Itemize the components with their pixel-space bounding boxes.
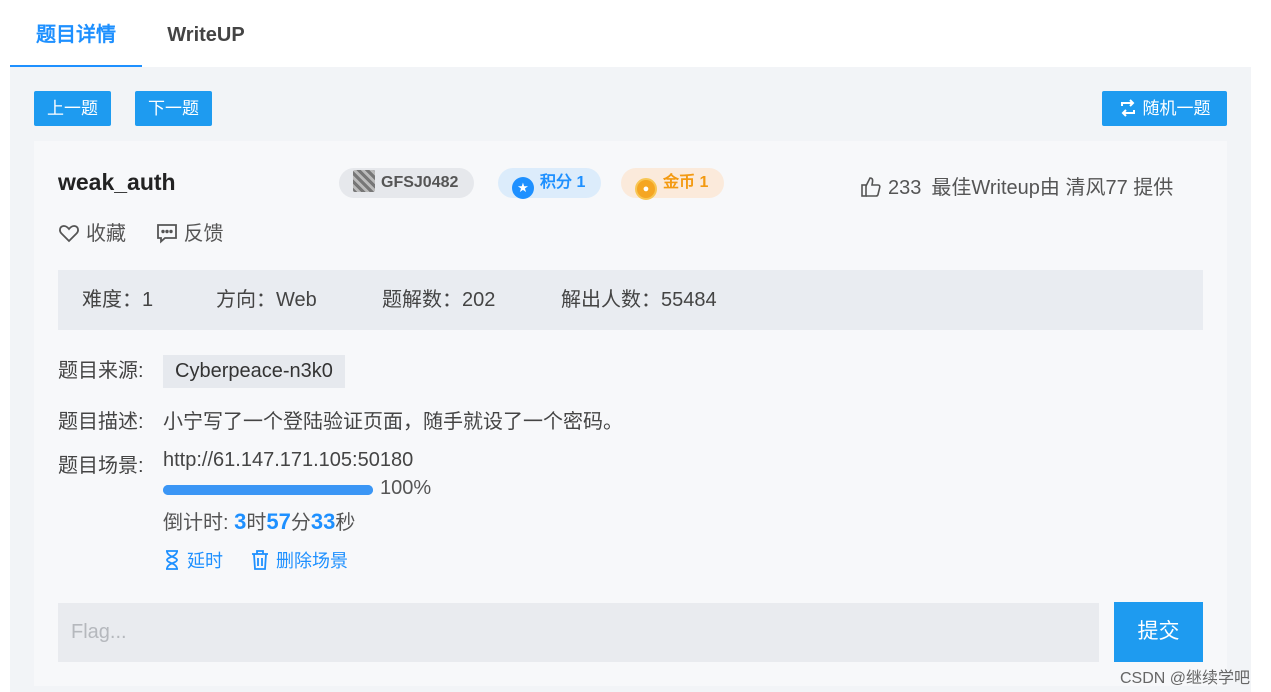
scene-label: 题目场景: <box>58 455 144 477</box>
favorite-button[interactable]: 收藏 <box>58 217 126 246</box>
tab-challenge-details[interactable]: 题目详情 <box>10 0 142 68</box>
countdown-minutes: 57 <box>266 509 291 534</box>
delete-scene-button[interactable]: 删除场景 <box>250 547 348 573</box>
coin-icon: ● <box>635 178 657 200</box>
challenge-actions: 收藏 反馈 <box>58 217 248 246</box>
scene-actions: 延时 删除场景 <box>163 547 370 573</box>
coin-text: 金币 1 <box>663 174 709 191</box>
extend-time-label: 延时 <box>187 551 223 571</box>
next-challenge-button[interactable]: 下一题 <box>135 91 212 126</box>
trash-icon <box>252 550 269 570</box>
description-row: 题目描述: 小宁写了一个登陆验证页面，随手就设了一个密码。 <box>58 405 623 434</box>
stats-bar: 难度：1 方向：Web 题解数：202 解出人数：55484 <box>58 270 1203 330</box>
countdown-hours: 3 <box>234 509 247 534</box>
comment-icon <box>156 224 177 244</box>
submit-flag-button[interactable]: 提交 <box>1114 602 1203 662</box>
prev-challenge-button[interactable]: 上一题 <box>34 91 111 126</box>
challenge-card: weak_auth GFSJ0482 ★ 积分 1 ● 金币 1 233 最佳Writ… <box>34 141 1227 686</box>
hourglass-icon <box>166 550 178 570</box>
countdown-minutes-unit: 分 <box>290 512 311 534</box>
coin-badge: ● 金币 1 <box>621 168 725 200</box>
challenge-id-badge: GFSJ0482 <box>339 168 475 198</box>
source-label: 题目来源: <box>58 360 144 382</box>
challenge-panel: 上一题 下一题 随机一题 weak_auth GFSJ0482 ★ 积分 1 ● 金… <box>10 67 1251 692</box>
thumbs-up-icon[interactable] <box>860 176 882 198</box>
scene-progress-fill <box>163 485 373 495</box>
description-text: 小宁写了一个登陆验证页面，随手就设了一个密码。 <box>163 411 623 433</box>
solvers-stat: 解出人数：55484 <box>561 289 717 311</box>
watermark: CSDN @继续学吧 <box>1120 670 1251 687</box>
best-writeup-text[interactable]: 最佳Writeup由 清风77 提供 <box>931 177 1173 199</box>
like-count: 233 <box>888 177 922 199</box>
tab-writeup[interactable]: WriteUP <box>142 0 270 68</box>
delete-scene-label: 删除场景 <box>276 551 349 571</box>
source-row: 题目来源: Cyberpeace-n3k0 <box>58 354 345 388</box>
countdown-seconds: 33 <box>310 509 336 534</box>
solves-stat: 题解数：202 <box>382 289 496 311</box>
difficulty-stat: 难度：1 <box>82 289 154 311</box>
extend-time-button[interactable]: 延时 <box>163 547 223 573</box>
scene-progress-text: 100% <box>380 477 432 499</box>
countdown-seconds-unit: 秒 <box>335 512 356 534</box>
countdown-hours-unit: 时 <box>246 512 267 534</box>
star-icon: ★ <box>512 177 534 199</box>
scene-progress-bar <box>163 485 373 495</box>
challenge-title: weak_auth <box>58 169 176 195</box>
writeup-meta: 233 最佳Writeup由 清风77 提供 <box>860 171 1173 200</box>
challenge-id-icon <box>353 170 375 192</box>
scene-row: 题目场景: <box>58 449 163 478</box>
favorite-label: 收藏 <box>86 223 126 245</box>
score-text: 积分 1 <box>540 174 586 191</box>
tab-bar: 题目详情 WriteUP <box>10 0 1251 68</box>
source-tag: Cyberpeace-n3k0 <box>163 355 345 388</box>
scene-url[interactable]: http://61.147.171.105:50180 <box>163 449 413 472</box>
heart-icon <box>59 225 79 243</box>
challenge-id-text: GFSJ0482 <box>381 174 459 191</box>
countdown-label: 倒计时: <box>163 512 235 534</box>
direction-stat: 方向：Web <box>216 289 317 311</box>
random-challenge-label: 随机一题 <box>1142 99 1211 118</box>
feedback-label: 反馈 <box>183 223 224 245</box>
shuffle-icon <box>1120 99 1135 117</box>
score-badge: ★ 积分 1 <box>498 168 602 199</box>
countdown: 倒计时: 3时57分33秒 <box>163 506 355 535</box>
flag-input[interactable] <box>58 603 1099 662</box>
random-challenge-button[interactable]: 随机一题 <box>1102 91 1227 126</box>
feedback-button[interactable]: 反馈 <box>156 217 224 246</box>
description-label: 题目描述: <box>58 411 144 433</box>
